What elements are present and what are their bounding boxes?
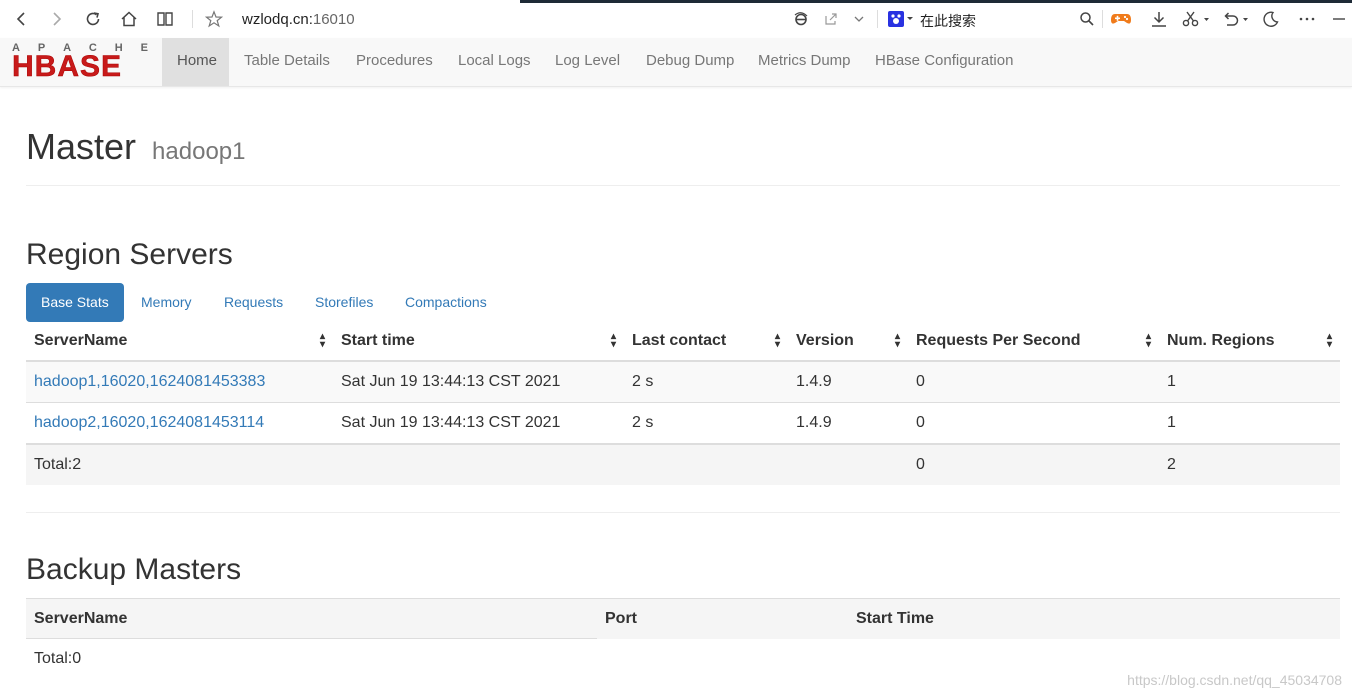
- sort-icon[interactable]: ▴ ▾: [775, 332, 780, 350]
- minimize-icon[interactable]: [1328, 8, 1350, 30]
- column-header-version[interactable]: Version ▴ ▾: [788, 322, 908, 362]
- nav-log-level[interactable]: Log Level: [540, 38, 635, 86]
- nav-procedures[interactable]: Procedures: [341, 38, 448, 86]
- refresh-icon[interactable]: [82, 8, 104, 30]
- night-mode-moon-icon[interactable]: [1260, 8, 1282, 30]
- hbase-navbar: APACHE HBASE Home Table Details Procedur…: [0, 38, 1352, 87]
- master-hostname: hadoop1: [152, 138, 246, 165]
- undo-icon[interactable]: [1220, 8, 1252, 30]
- server-link[interactable]: hadoop1,16020,1624081453383: [34, 373, 265, 390]
- cell-num-regions: 1: [1159, 402, 1340, 444]
- divider: [26, 185, 1340, 186]
- tab-base-stats[interactable]: Base Stats: [26, 283, 124, 322]
- column-header-start-time: Start Time: [848, 598, 1340, 639]
- share-icon[interactable]: [820, 8, 842, 30]
- watermark-text: https://blog.csdn.net/qq_45034708: [1127, 672, 1342, 688]
- logo-hbase-text: HBASE: [12, 50, 123, 84]
- total-requests-per-second: 0: [908, 443, 1159, 485]
- address-bar-url[interactable]: wzlodq.cn:16010: [242, 11, 355, 28]
- search-icon[interactable]: [1076, 8, 1098, 30]
- region-servers-table: ServerName ▴ ▾ Start time ▴ ▾ Last contact ▴ ▾…: [26, 322, 1340, 485]
- total-num-regions: 2: [1159, 443, 1340, 485]
- nav-hbase-configuration[interactable]: HBase Configuration: [860, 38, 1028, 86]
- column-header-requests-per-second[interactable]: Requests Per Second ▴ ▾: [908, 322, 1159, 362]
- sort-icon[interactable]: ▴ ▾: [611, 332, 616, 350]
- scissors-icon[interactable]: [1180, 8, 1212, 30]
- search-input[interactable]: 在此搜索: [920, 11, 976, 31]
- column-header-servername: ServerName: [26, 598, 597, 639]
- search-engine-baidu-icon[interactable]: [886, 8, 916, 30]
- download-icon[interactable]: [1148, 8, 1170, 30]
- total-label: Total:0: [26, 638, 597, 679]
- cell-version: 1.4.9: [788, 402, 908, 444]
- divider: [26, 512, 1340, 513]
- page-title: Master hadoop1: [26, 126, 245, 168]
- more-menu-icon[interactable]: [1296, 8, 1318, 30]
- backup-masters-heading: Backup Masters: [26, 553, 242, 586]
- chevron-down-icon[interactable]: [848, 8, 870, 30]
- sort-icon[interactable]: ▴ ▾: [895, 332, 900, 350]
- cell-last-contact: 2 s: [624, 360, 788, 403]
- table-total-row: Total:2 0 2: [26, 443, 1340, 485]
- page-title-text: Master: [26, 126, 137, 167]
- reading-mode-icon[interactable]: [154, 8, 176, 30]
- cell-num-regions: 1: [1159, 360, 1340, 403]
- tab-requests[interactable]: Requests: [209, 283, 298, 322]
- total-label: Total:2: [26, 443, 333, 485]
- cell-requests-per-second: 0: [908, 360, 1159, 403]
- backup-masters-table: ServerName Port Start Time Total:0: [26, 598, 1340, 679]
- cell-start-time: Sat Jun 19 13:44:13 CST 2021: [333, 402, 624, 444]
- nav-home[interactable]: Home: [162, 38, 229, 86]
- nav-debug-dump[interactable]: Debug Dump: [631, 38, 749, 86]
- hbase-logo[interactable]: APACHE HBASE: [12, 42, 152, 84]
- sort-icon[interactable]: ▴ ▾: [1146, 332, 1151, 350]
- column-header-num-regions[interactable]: Num. Regions ▴ ▾: [1159, 322, 1340, 362]
- nav-metrics-dump[interactable]: Metrics Dump: [743, 38, 866, 86]
- home-icon[interactable]: [118, 8, 140, 30]
- column-header-servername[interactable]: ServerName ▴ ▾: [26, 322, 333, 362]
- table-row: hadoop1,16020,1624081453383 Sat Jun 19 1…: [26, 360, 1340, 403]
- cell-requests-per-second: 0: [908, 402, 1159, 444]
- forward-icon[interactable]: [46, 8, 68, 30]
- browser-toolbar: wzlodq.cn:16010 在此搜索: [0, 0, 1352, 39]
- column-header-last-contact[interactable]: Last contact ▴ ▾: [624, 322, 788, 362]
- tab-memory[interactable]: Memory: [126, 283, 207, 322]
- bookmark-star-icon[interactable]: [203, 8, 225, 30]
- cell-last-contact: 2 s: [624, 402, 788, 444]
- game-controller-icon[interactable]: [1110, 8, 1132, 30]
- nav-table-details[interactable]: Table Details: [229, 38, 345, 86]
- tab-compactions[interactable]: Compactions: [390, 283, 502, 322]
- table-row: hadoop2,16020,1624081453114 Sat Jun 19 1…: [26, 402, 1340, 444]
- cell-version: 1.4.9: [788, 360, 908, 403]
- cell-start-time: Sat Jun 19 13:44:13 CST 2021: [333, 360, 624, 403]
- window-title-strip: [520, 0, 1352, 3]
- table-header-row: ServerName Port Start Time: [26, 598, 1340, 639]
- sort-icon[interactable]: ▴ ▾: [1327, 332, 1332, 350]
- column-header-start-time[interactable]: Start time ▴ ▾: [333, 322, 624, 362]
- back-icon[interactable]: [10, 8, 32, 30]
- tab-storefiles[interactable]: Storefiles: [300, 283, 388, 322]
- ie-engine-icon[interactable]: [790, 8, 812, 30]
- server-link[interactable]: hadoop2,16020,1624081453114: [34, 414, 264, 431]
- nav-local-logs[interactable]: Local Logs: [443, 38, 546, 86]
- table-header-row: ServerName ▴ ▾ Start time ▴ ▾ Last contact ▴ ▾…: [26, 322, 1340, 362]
- column-header-port: Port: [597, 598, 848, 639]
- region-servers-heading: Region Servers: [26, 238, 233, 271]
- sort-icon[interactable]: ▴ ▾: [320, 332, 325, 350]
